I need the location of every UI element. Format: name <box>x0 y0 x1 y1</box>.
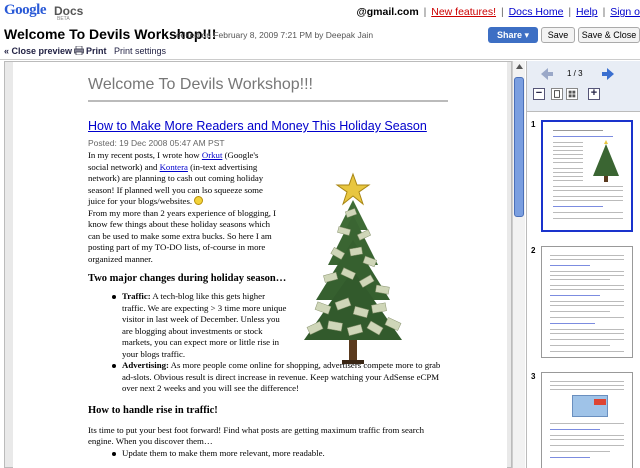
logo-google-text: Google <box>4 2 47 18</box>
google-docs-logo[interactable]: Google Docs BETA <box>4 2 83 22</box>
thumbnail-list: 1 2 3 <box>527 111 640 468</box>
printer-icon[interactable] <box>74 46 84 55</box>
print-settings-link[interactable]: Print settings <box>114 46 166 56</box>
bullet-dot <box>112 451 116 456</box>
user-email: @gmail.com <box>356 6 419 18</box>
zoom-out-button[interactable]: − <box>533 88 545 100</box>
paragraph-2: From my more than 2 years experience of … <box>88 207 277 264</box>
scroll-up-icon[interactable] <box>514 61 525 73</box>
posted-date: Posted: 19 Dec 2008 05:47 AM PST <box>88 138 225 148</box>
user-links: @gmail.com | New features! | Docs Home |… <box>356 6 640 18</box>
document-page: Welcome To Devils Workshop!!! How to Mak… <box>13 62 507 468</box>
close-preview-link[interactable]: « Close preview <box>4 46 72 56</box>
orkut-link[interactable]: Orkut <box>202 150 223 160</box>
share-button[interactable]: Share ▾ <box>488 27 538 43</box>
grid-view-icon[interactable] <box>566 88 578 100</box>
bullet-dot <box>112 364 116 368</box>
thumbnail-number: 1 <box>531 120 536 129</box>
scrollbar-thumb[interactable] <box>514 77 524 217</box>
sign-out-link[interactable]: Sign o <box>610 6 640 18</box>
smiley-icon <box>194 196 204 205</box>
previous-page-arrow-icon[interactable] <box>539 67 555 81</box>
bullet-dot <box>112 295 116 299</box>
title-bar: Welcome To Devils Workshop!!! edited on … <box>0 24 640 44</box>
money-christmas-tree-image <box>304 172 402 364</box>
paragraph-3: Its time to put your best foot forward! … <box>88 424 424 447</box>
print-link[interactable]: Print <box>86 46 107 56</box>
bullet-update: Update them to make them more relevant, … <box>88 448 443 460</box>
thumbnail-number: 3 <box>531 372 536 381</box>
bullet-traffic: Traffic: A tech-blog like this gets high… <box>88 291 288 360</box>
thumbnail-image <box>541 120 633 232</box>
thumbnail-image <box>541 372 633 468</box>
thumbnail-number: 2 <box>531 246 536 255</box>
page-navigation: 1 / 3 − + <box>527 61 640 107</box>
page-indicator: 1 / 3 <box>567 69 583 78</box>
thumbnail-panel: 1 / 3 − + 1 2 3 <box>526 61 640 468</box>
top-bar: Google Docs BETA @gmail.com | New featur… <box>0 0 640 24</box>
page-heading: Welcome To Devils Workshop!!! <box>88 76 448 102</box>
single-page-view-icon[interactable] <box>551 88 563 100</box>
next-page-arrow-icon[interactable] <box>600 67 616 81</box>
document-viewer: Welcome To Devils Workshop!!! How to Mak… <box>4 61 512 468</box>
bullet-advertising: Advertising: As more people come online … <box>88 360 443 395</box>
save-and-close-button[interactable]: Save & Close <box>578 27 640 43</box>
paragraph-1: In my recent posts, I wrote how Orkut (G… <box>88 150 264 206</box>
help-link[interactable]: Help <box>576 6 598 18</box>
save-button[interactable]: Save <box>541 27 575 43</box>
docs-home-link[interactable]: Docs Home <box>509 6 564 18</box>
logo-beta-text: BETA <box>57 16 70 22</box>
thumbnail-image <box>541 246 633 358</box>
kontera-link[interactable]: Kontera <box>160 162 188 172</box>
post-title-link[interactable]: How to Make More Readers and Money This … <box>88 119 448 133</box>
new-features-link[interactable]: New features! <box>431 6 496 18</box>
section-heading-2: How to handle rise in traffic! <box>88 404 218 416</box>
section-heading-1: Two major changes during holiday season… <box>88 273 287 284</box>
document-scrollbar[interactable] <box>512 61 525 468</box>
zoom-in-button[interactable]: + <box>588 88 600 100</box>
edited-info: edited on February 8, 2009 7:21 PM by De… <box>176 30 374 40</box>
preview-toolbar: « Close preview Print Print settings <box>0 44 640 60</box>
